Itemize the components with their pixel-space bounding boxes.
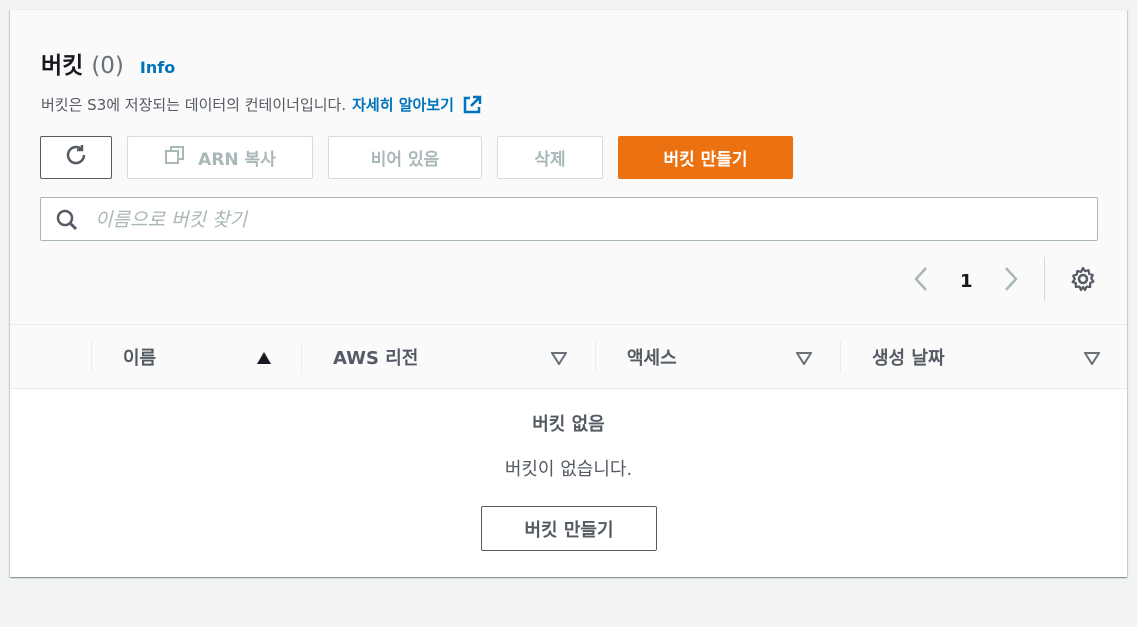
learn-more-link[interactable]: 자세히 알아보기 [352,94,454,115]
copy-arn-label: ARN 복사 [198,150,276,170]
refresh-button[interactable] [40,136,112,179]
copy-icon [164,144,198,171]
column-header-name[interactable]: 이름 [123,325,156,388]
search-bar [40,197,1098,241]
column-header-created[interactable]: 생성 날짜 [872,325,945,388]
empty-bucket-button[interactable]: 비어 있음 [328,136,482,179]
column-separator [595,341,596,373]
column-separator [301,341,302,373]
panel-description: 버킷은 S3에 저장되는 데이터의 컨테이너입니다. 자세히 알아보기 [41,94,482,115]
sort-ascending-icon[interactable] [256,350,272,369]
sort-descending-icon[interactable] [1083,350,1101,369]
delete-bucket-button[interactable]: 삭제 [497,136,603,179]
sort-descending-icon[interactable] [795,350,813,369]
chevron-left-icon [913,266,929,296]
description-text: 버킷은 S3에 저장되는 데이터의 컨테이너입니다. [41,96,347,114]
column-header-region[interactable]: AWS 리전 [333,325,418,388]
next-page-button[interactable] [1003,261,1019,301]
bucket-count: (0) [91,53,124,79]
search-icon [56,209,78,235]
buckets-panel: 버킷 (0) Info 버킷은 S3에 저장되는 데이터의 컨테이너입니다. 자… [10,9,1127,577]
refresh-icon [63,142,89,173]
create-bucket-button[interactable]: 버킷 만들기 [618,136,793,179]
panel-header: 버킷 (0) Info 버킷은 S3에 저장되는 데이터의 컨테이너입니다. 자… [10,10,1127,325]
pagination-divider [1044,257,1045,301]
title-row: 버킷 (0) Info [41,46,175,80]
sort-descending-icon[interactable] [550,350,568,369]
table-header: 이름 AWS 리전 액세스 생성 날짜 [10,325,1127,389]
search-input[interactable] [93,204,1077,236]
column-separator [840,341,841,373]
empty-state-title: 버킷 없음 [532,414,605,435]
external-link-icon[interactable] [462,95,482,115]
settings-gear-icon [1070,266,1096,296]
column-header-access[interactable]: 액세스 [627,325,677,388]
column-separator [91,341,92,373]
page-title: 버킷 [41,53,84,79]
chevron-right-icon [1003,266,1019,296]
table-settings-button[interactable] [1070,266,1096,296]
empty-state-create-bucket-button[interactable]: 버킷 만들기 [481,506,657,551]
current-page-number[interactable]: 1 [960,261,973,301]
copy-arn-button[interactable]: ARN 복사 [127,136,313,179]
previous-page-button[interactable] [913,261,929,301]
empty-state-description: 버킷이 없습니다. [504,459,633,480]
info-link[interactable]: Info [140,58,175,77]
